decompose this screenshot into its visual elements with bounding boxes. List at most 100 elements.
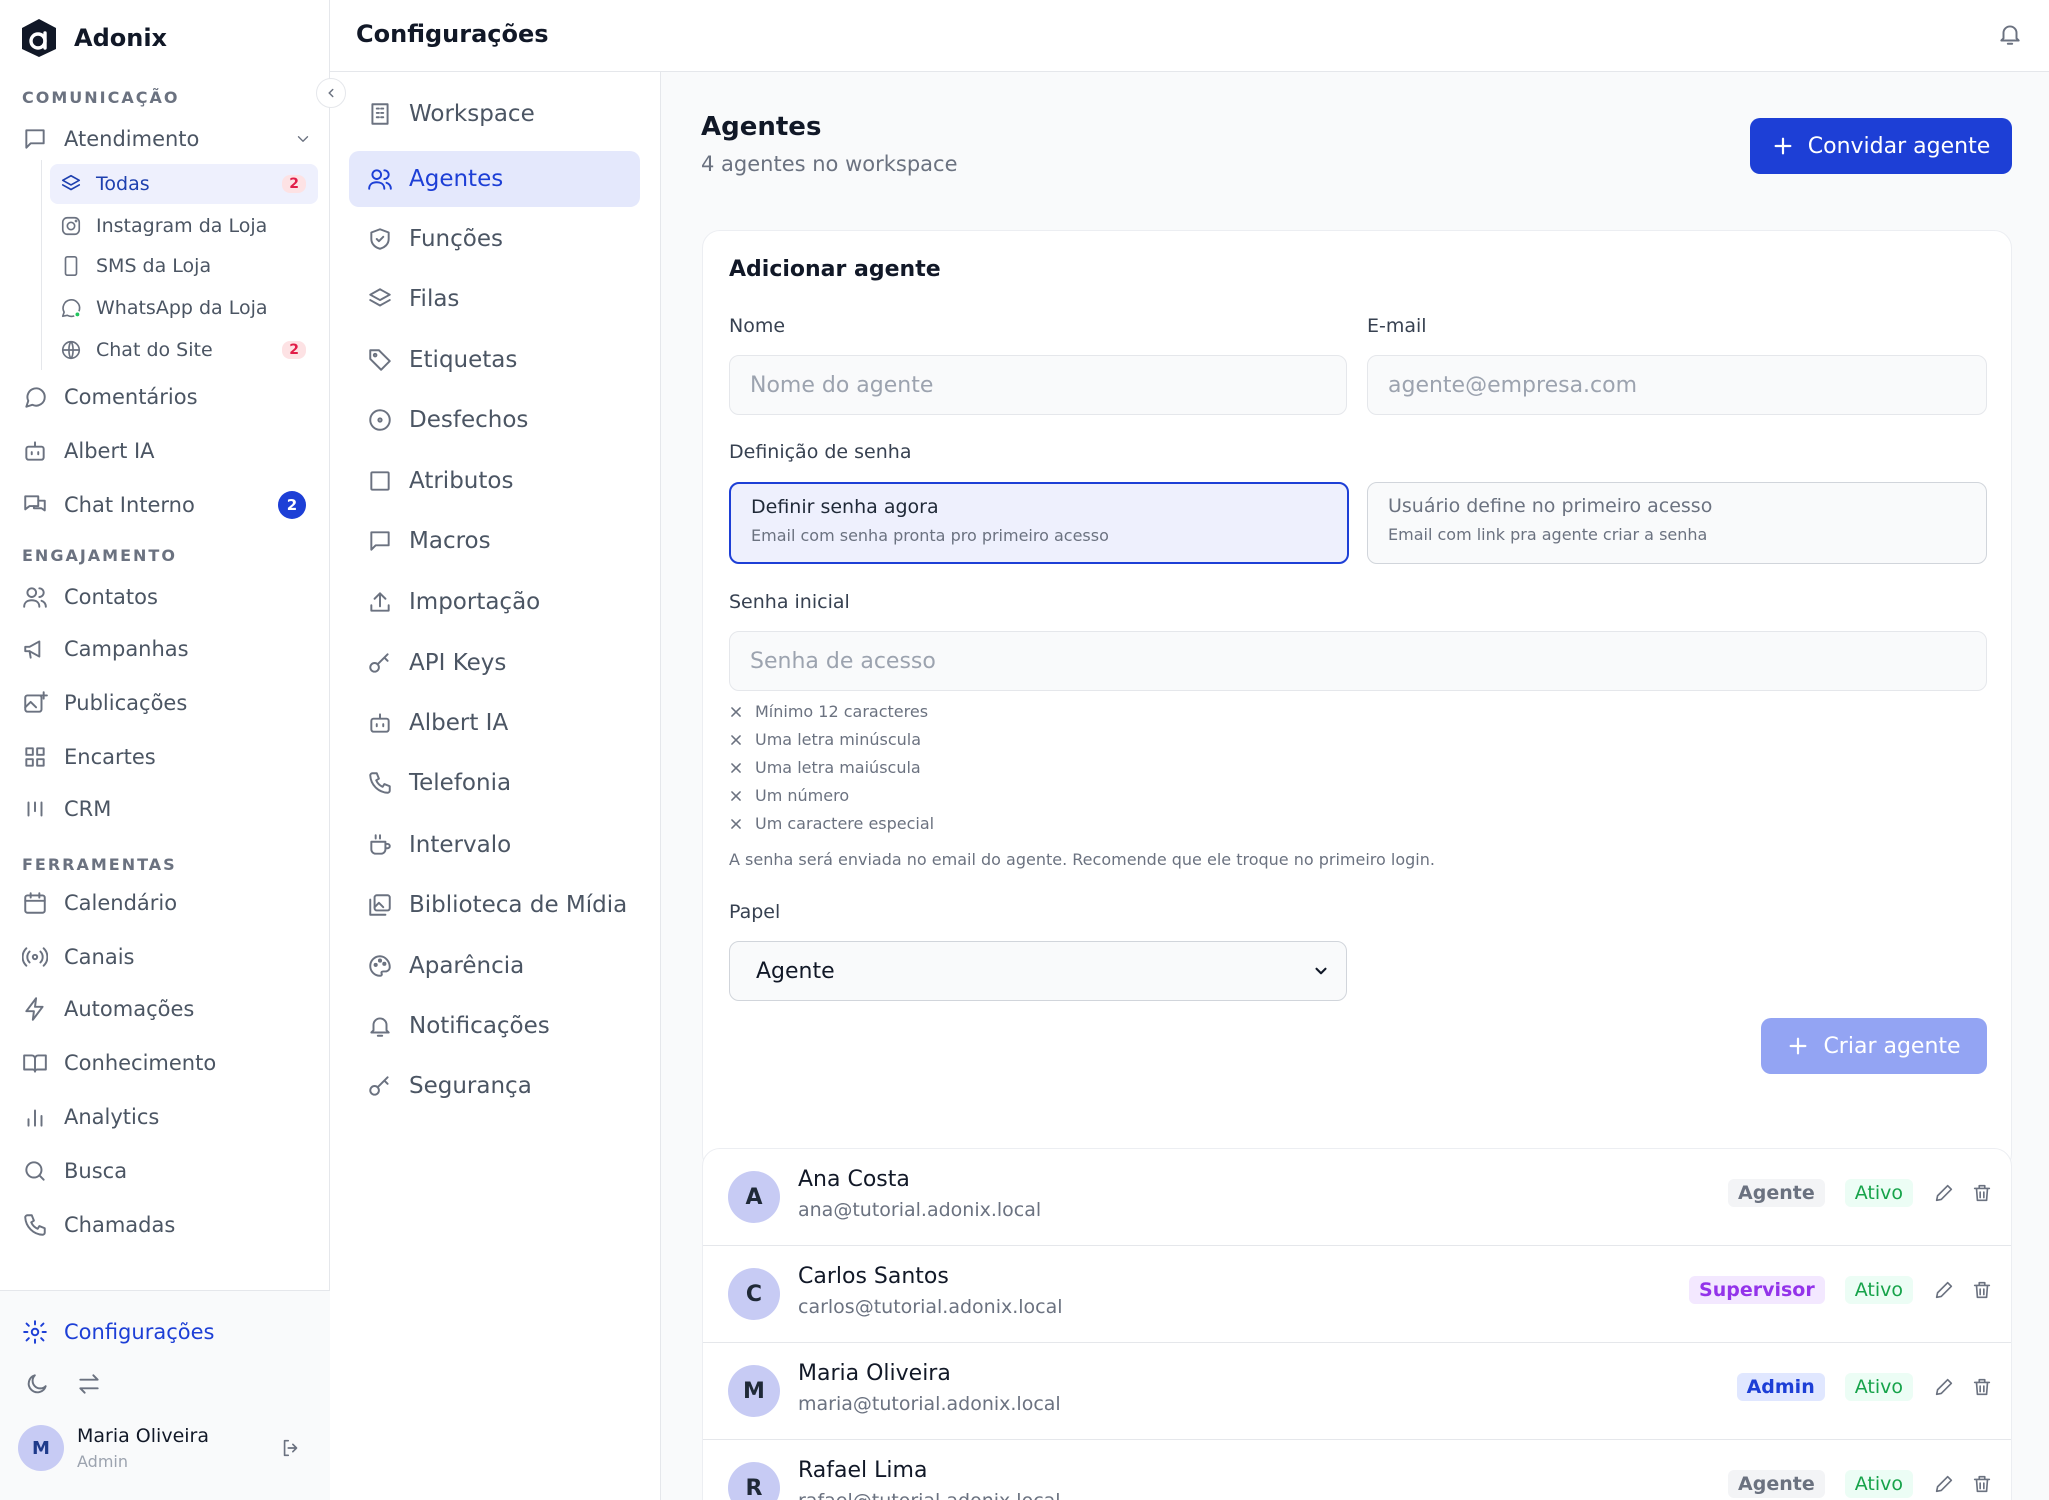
settings-item-label: Telefonia — [409, 770, 512, 796]
sidebar-item-crm[interactable]: CRM — [22, 796, 111, 822]
sidebar-subitem-whatsapp[interactable]: WhatsApp da Loja — [50, 288, 318, 328]
palette-icon — [369, 955, 391, 977]
sidebar-item-calendario[interactable]: Calendário — [22, 890, 177, 916]
initial-password-input[interactable]: Senha de acesso — [729, 631, 1987, 691]
sidebar-item-label: Calendário — [64, 891, 178, 915]
settings-item-etiquetas[interactable]: Etiquetas — [349, 332, 640, 388]
sidebar-item-chat-interno[interactable]: Chat Interno — [22, 492, 312, 518]
avatar[interactable]: M — [18, 1425, 64, 1471]
edit-icon[interactable] — [1933, 1376, 1955, 1398]
moon-icon[interactable] — [24, 1371, 50, 1397]
agent-email: rafael@tutorial.adonix.local — [798, 1490, 1061, 1500]
sidebar-item-encartes[interactable]: Encartes — [22, 744, 156, 770]
sidebar-subitem-label: Chat do Site — [96, 339, 213, 361]
agent-name: Carlos Santos — [798, 1264, 949, 1289]
sidebar-item-label: Conhecimento — [64, 1051, 217, 1075]
settings-item-telefonia[interactable]: Telefonia — [349, 755, 640, 811]
sidebar-item-canais[interactable]: Canais — [22, 944, 135, 970]
settings-item-label: Atributos — [409, 468, 514, 494]
name-input[interactable]: Nome do agente — [729, 355, 1347, 415]
settings-item-label: Aparência — [409, 953, 525, 979]
sidebar-item-conhecimento[interactable]: Conhecimento — [22, 1050, 216, 1076]
collapse-sidebar-button[interactable] — [316, 78, 346, 108]
option-title: Usuário define no primeiro acesso — [1388, 495, 1713, 517]
sidebar-item-atendimento[interactable]: Atendimento — [22, 126, 312, 152]
bell-icon[interactable] — [1997, 21, 2023, 47]
trash-icon[interactable] — [1971, 1182, 1993, 1204]
settings-item-funcoes[interactable]: Funções — [349, 211, 640, 267]
email-input[interactable]: agente@empresa.com — [1367, 355, 1987, 415]
layers-icon — [61, 174, 81, 191]
settings-item-aparencia[interactable]: Aparência — [349, 938, 640, 994]
chevron-down-icon[interactable] — [294, 130, 312, 148]
rule-text: Um número — [755, 786, 850, 805]
logout-icon[interactable] — [280, 1437, 302, 1459]
option-description: Email com senha pronta pro primeiro aces… — [751, 526, 1109, 545]
sidebar-item-configuracoes[interactable]: Configurações — [22, 1319, 214, 1345]
role-badge: Agente — [1728, 1470, 1825, 1498]
sidebar-item-publicacoes[interactable]: Publicações — [22, 690, 187, 716]
sidebar-item-analytics[interactable]: Analytics — [22, 1104, 159, 1130]
section-title: Agentes — [701, 112, 822, 142]
option-set-password-now[interactable]: Definir senha agora Email com senha pron… — [729, 482, 1349, 564]
book-icon — [23, 1054, 47, 1073]
sidebar-item-label: Configurações — [64, 1320, 215, 1344]
edit-icon[interactable] — [1933, 1182, 1955, 1204]
sidebar-subitem-chat-site[interactable]: Chat do Site 2 — [50, 330, 318, 370]
trash-icon[interactable] — [1971, 1376, 1993, 1398]
phone-icon — [24, 1214, 46, 1236]
settings-item-macros[interactable]: Macros — [349, 513, 640, 569]
edit-icon[interactable] — [1933, 1279, 1955, 1301]
sidebar-item-label: Publicações — [64, 691, 188, 715]
settings-item-workspace[interactable]: Workspace — [349, 86, 640, 142]
sidebar-item-contatos[interactable]: Contatos — [22, 584, 158, 610]
sidebar-item-comentarios[interactable]: Comentários — [22, 384, 198, 410]
message-square-icon — [25, 129, 45, 149]
settings-item-desfechos[interactable]: Desfechos — [349, 392, 640, 448]
sidebar-item-busca[interactable]: Busca — [22, 1158, 127, 1184]
settings-item-seguranca[interactable]: Segurança — [349, 1058, 640, 1114]
settings-item-api-keys[interactable]: API Keys — [349, 635, 640, 691]
sidebar-item-label: Albert IA — [64, 439, 155, 463]
agents-list: A Ana Costa ana@tutorial.adonix.local Ag… — [702, 1148, 2012, 1500]
switch-arrows-icon[interactable] — [76, 1371, 102, 1397]
settings-item-agentes[interactable]: Agentes — [349, 151, 640, 207]
settings-item-atributos[interactable]: Atributos — [349, 453, 640, 509]
form-title: Adicionar agente — [729, 257, 941, 282]
sidebar-item-albert-ia[interactable]: Albert IA — [22, 438, 155, 464]
layers-icon — [369, 288, 391, 307]
role-select[interactable]: Agente — [729, 941, 1347, 1001]
users-icon — [23, 587, 47, 608]
settings-item-label: Workspace — [409, 101, 535, 127]
phone-device-icon — [64, 256, 78, 276]
settings-item-albert-ia[interactable]: Albert IA — [349, 695, 640, 751]
sidebar-item-campanhas[interactable]: Campanhas — [22, 636, 189, 662]
role-label: Papel — [729, 901, 781, 923]
sidebar-item-label: Contatos — [64, 585, 158, 609]
trash-icon[interactable] — [1971, 1279, 1993, 1301]
sidebar-item-automacoes[interactable]: Automações — [22, 996, 194, 1022]
settings-item-importacao[interactable]: Importação — [349, 574, 640, 630]
settings-item-biblioteca-midia[interactable]: Biblioteca de Mídia — [349, 877, 640, 933]
settings-item-notificacoes[interactable]: Notificações — [349, 998, 640, 1054]
user-name: Maria Oliveira — [77, 1425, 209, 1447]
create-agent-button[interactable]: Criar agente — [1761, 1018, 1987, 1074]
status-badge: Ativo — [1844, 1179, 1913, 1207]
brand[interactable]: Adonix — [20, 18, 167, 58]
section-title-engajamento: ENGAJAMENTO — [22, 546, 177, 565]
sidebar-item-chamadas[interactable]: Chamadas — [22, 1212, 175, 1238]
edit-icon[interactable] — [1933, 1473, 1955, 1495]
invite-agent-button[interactable]: Convidar agente — [1750, 118, 2012, 174]
trash-icon[interactable] — [1971, 1473, 1993, 1495]
sidebar-item-label: Analytics — [64, 1105, 160, 1129]
plus-icon — [1790, 1037, 1807, 1055]
sidebar-subitem-sms[interactable]: SMS da Loja — [50, 246, 318, 286]
option-user-defines-password[interactable]: Usuário define no primeiro acesso Email … — [1367, 482, 1987, 564]
password-rule: Uma letra maiúscula — [729, 758, 921, 777]
sidebar-item-label: Atendimento — [64, 127, 200, 151]
sidebar-subitem-todas[interactable]: Todas 2 — [50, 164, 318, 204]
settings-item-intervalo[interactable]: Intervalo — [349, 817, 640, 873]
chat-icon — [24, 495, 46, 512]
settings-item-filas[interactable]: Filas — [349, 271, 640, 327]
sidebar-subitem-instagram[interactable]: Instagram da Loja — [50, 206, 318, 246]
